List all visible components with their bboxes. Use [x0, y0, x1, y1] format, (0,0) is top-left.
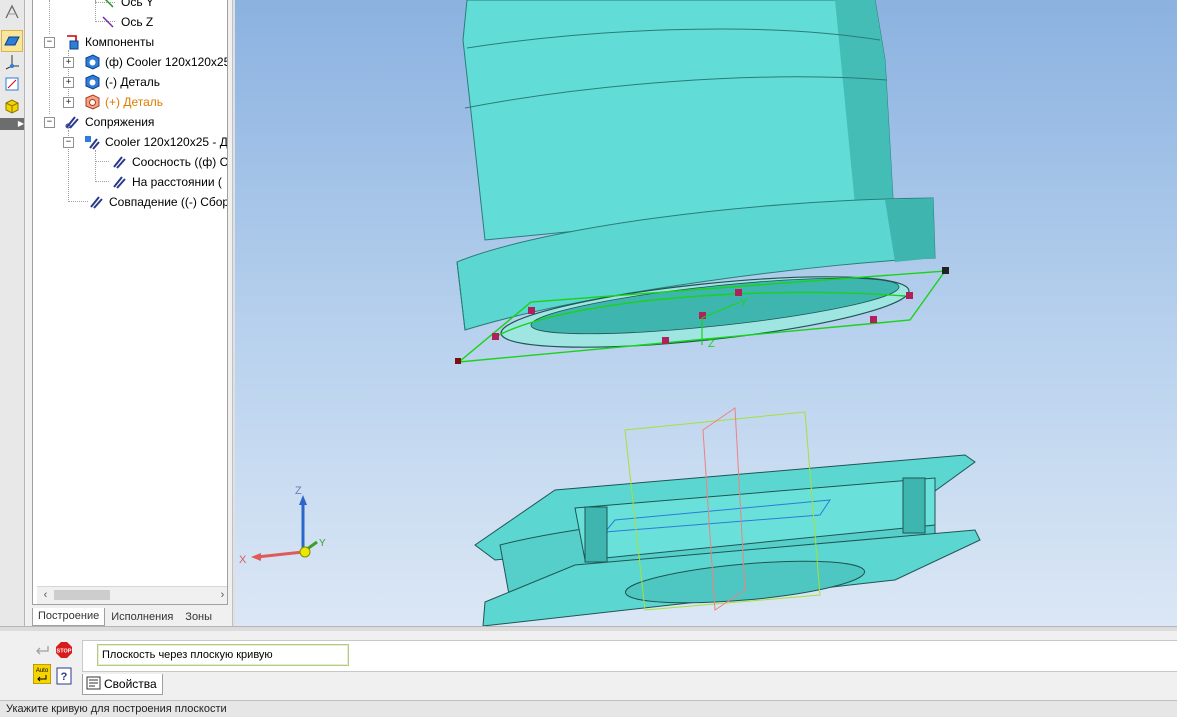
properties-tab-label: Свойства [104, 677, 157, 691]
tree-horizontal-scrollbar[interactable]: ‹ › [37, 586, 227, 604]
tree-item-concentric[interactable]: Соосность ((ф) C [110, 152, 228, 172]
compact-toolbar: ▶ [0, 0, 25, 630]
triad-x-label: X [239, 554, 247, 566]
scroll-right-arrow[interactable]: › [214, 587, 227, 604]
model-tree-panel: Ось Y Ось Z − Компоненты + (ф) Cooler 12… [28, 0, 232, 626]
plane-y-label: Y [740, 297, 748, 309]
tree-item-label: (+) Деталь [105, 95, 164, 109]
command-input[interactable]: Плоскость через плоскую кривую [97, 644, 349, 666]
horizontal-splitter[interactable] [0, 626, 1177, 631]
coordinate-triad [251, 495, 318, 561]
tab-zones[interactable]: Зоны [179, 608, 218, 627]
tab-versions[interactable]: Исполнения [105, 608, 179, 627]
tree-item-label: Соосность ((ф) C [132, 155, 228, 169]
tree-item-label: (-) Деталь [105, 75, 161, 89]
expander-part-1[interactable]: + [63, 77, 74, 88]
tree-item-label: На расстоянии ( [132, 175, 222, 189]
expander-cooler-mates[interactable]: − [63, 137, 74, 148]
tree-item-mates[interactable]: Сопряжения [63, 112, 154, 132]
mates-icon [63, 113, 81, 131]
model-tree: Ось Y Ось Z − Компоненты + (ф) Cooler 12… [32, 0, 228, 605]
tree-item-part-1[interactable]: (-) Деталь [83, 72, 160, 92]
tree-item-cooler[interactable]: (ф) Cooler 120x120x25 [83, 52, 228, 72]
components-icon [63, 33, 81, 51]
tree-item-axis-z[interactable]: Ось Z [99, 12, 153, 32]
part-edit-icon [83, 93, 101, 111]
model-viewport[interactable]: Z X Y Y Z [235, 0, 1177, 626]
axis-icon[interactable] [2, 52, 22, 72]
surface-tool-icon[interactable] [2, 2, 22, 22]
mate-icon [110, 153, 128, 171]
mate-icon [87, 193, 105, 211]
sketch-icon[interactable] [2, 74, 22, 94]
tree-item-part-2[interactable]: (+) Деталь [83, 92, 163, 112]
command-panel: Плоскость через плоскую кривую [82, 640, 1177, 672]
tree-item-label: Компоненты [85, 35, 155, 49]
expander-part-2[interactable]: + [63, 97, 74, 108]
part-icon [83, 53, 101, 71]
part-icon [83, 73, 101, 91]
svg-text:Auto: Auto [36, 668, 49, 674]
tree-item-label: Ось Y [121, 0, 154, 9]
toolbar-more-button[interactable]: ▶ [0, 118, 24, 130]
expander-components[interactable]: − [44, 37, 55, 48]
tree-item-coincident[interactable]: Совпадение ((-) Сбор [87, 192, 228, 212]
svg-text:?: ? [61, 671, 68, 683]
tab-construction[interactable]: Построение [32, 608, 106, 626]
scroll-thumb[interactable] [54, 590, 110, 600]
tree-item-label: (ф) Cooler 120x120x25 [105, 55, 228, 69]
tree-item-label: Cooler 120x120x25 - Д [105, 135, 228, 149]
line-y-icon [99, 0, 117, 11]
triad-z-label: Z [295, 485, 302, 497]
stop-icon[interactable]: STOP [54, 640, 74, 660]
property-bar-tools: STOP Auto ? [28, 638, 78, 700]
plane-icon[interactable] [1, 30, 23, 52]
enter-icon[interactable] [32, 640, 52, 660]
tree-item-axis-y[interactable]: Ось Y [99, 0, 154, 12]
model-scene: Z X Y Y Z [239, 0, 981, 626]
help-icon[interactable]: ? [54, 666, 74, 686]
svg-text:STOP: STOP [57, 649, 72, 655]
expander-cooler[interactable]: + [63, 57, 74, 68]
status-bar: Укажите кривую для построения плоскости [0, 700, 1177, 717]
tree-item-label: Совпадение ((-) Сбор [109, 195, 228, 209]
tab-properties[interactable]: Свойства [82, 674, 163, 695]
scroll-left-arrow[interactable]: ‹ [37, 587, 54, 604]
line-z-icon [99, 13, 117, 31]
tree-item-components[interactable]: Компоненты [63, 32, 154, 52]
cube-icon[interactable] [2, 96, 22, 116]
tree-item-distance[interactable]: На расстоянии ( [110, 172, 222, 192]
property-bar: STOP Auto ? Плоскость через плоскую крив… [0, 632, 1177, 698]
tree-item-label: Ось Z [121, 15, 154, 29]
triad-y-label: Y [319, 538, 326, 549]
tree-item-cooler-mates[interactable]: Cooler 120x120x25 - Д [83, 132, 228, 152]
plane-z-label: Z [708, 338, 715, 350]
mate-icon [110, 173, 128, 191]
properties-icon [86, 676, 104, 693]
mate-group-icon [83, 133, 101, 151]
expander-mates[interactable]: − [44, 117, 55, 128]
tree-item-label: Сопряжения [85, 115, 155, 129]
panel-tabs: Построение Исполнения Зоны [32, 608, 218, 626]
auto-icon[interactable]: Auto [32, 664, 52, 684]
